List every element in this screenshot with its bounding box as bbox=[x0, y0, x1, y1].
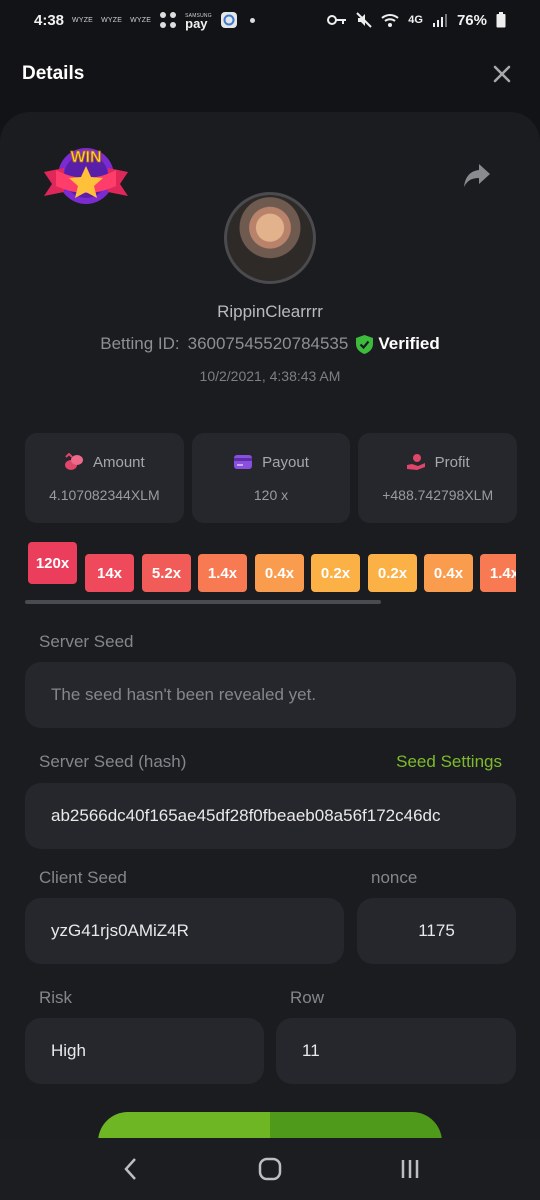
bet-details-card: WIN RippinClearrrr Betting ID: 360075455… bbox=[0, 112, 540, 1172]
battery-percent: 76% bbox=[456, 11, 487, 29]
wyze-notification-2: WYZE bbox=[101, 16, 123, 24]
share-icon bbox=[464, 164, 490, 187]
risk-label: Risk bbox=[39, 988, 73, 1007]
multiplier-scrollbar[interactable] bbox=[25, 600, 381, 604]
server-seed-hash-field[interactable]: ab2566dc40f165ae45df28f0fbeaeb08a56f172c… bbox=[25, 783, 516, 849]
server-seed-hash-label: Server Seed (hash) bbox=[39, 752, 187, 771]
network-type: 4G bbox=[408, 14, 423, 26]
avatar bbox=[224, 192, 316, 284]
multiplier-chip: 1.4x bbox=[480, 554, 516, 592]
nav-home-button[interactable] bbox=[250, 1149, 290, 1189]
status-left: 4:38 WYZE WYZE WYZE SAMSUNG pay bbox=[34, 11, 255, 31]
row-label: Row bbox=[290, 988, 325, 1007]
betting-id-label: Betting ID: bbox=[100, 334, 180, 353]
coins-icon bbox=[64, 453, 83, 470]
multiplier-strip[interactable]: 120x 14x 5.2x 1.4x 0.4x 0.2x 0.2x 0.4x 1… bbox=[0, 542, 516, 602]
stat-amount-head: Amount bbox=[64, 453, 145, 471]
multiplier-chip: 14x bbox=[85, 554, 134, 592]
shield-app-icon bbox=[220, 12, 237, 28]
multiplier-chip: 0.2x bbox=[311, 554, 360, 592]
multiplier-chip: 0.4x bbox=[255, 554, 304, 592]
status-right: 4G 76% bbox=[327, 12, 506, 29]
win-badge-icon: WIN bbox=[44, 148, 128, 204]
hand-coin-icon bbox=[406, 454, 425, 470]
stat-payout-value: 120 x bbox=[253, 486, 289, 503]
multiplier-chip: 5.2x bbox=[142, 554, 191, 592]
betting-id-row: Betting ID: 36007545520784535 Verified bbox=[0, 334, 540, 354]
back-chevron-icon bbox=[124, 1158, 136, 1180]
samsung-pay-notification: SAMSUNG pay bbox=[185, 12, 212, 31]
multiplier-chip: 0.4x bbox=[424, 554, 473, 592]
client-seed-field[interactable]: yzG41rjs0AMiZ4R bbox=[25, 898, 344, 964]
stat-profit: Profit +488.742798XLM bbox=[358, 433, 518, 523]
username: RippinClearrrr bbox=[217, 302, 323, 321]
pay-label: pay bbox=[185, 16, 208, 31]
wyze-notification-1: WYZE bbox=[72, 16, 94, 24]
grid-app-icon bbox=[160, 12, 177, 28]
stat-payout-head: Payout bbox=[233, 454, 309, 471]
close-button[interactable] bbox=[486, 58, 518, 90]
stat-amount-label: Amount bbox=[92, 453, 145, 471]
nonce-label: nonce bbox=[371, 868, 418, 887]
page-title: Details bbox=[22, 63, 85, 84]
battery-icon bbox=[496, 12, 506, 28]
stat-profit-head: Profit bbox=[406, 453, 470, 471]
multiplier-chip-selected: 120x bbox=[28, 542, 77, 584]
mute-icon bbox=[356, 12, 372, 28]
share-button[interactable] bbox=[462, 162, 492, 190]
more-dot-icon bbox=[249, 17, 255, 23]
betting-id-value: 36007545520784535 bbox=[187, 334, 349, 353]
wifi-icon bbox=[381, 14, 399, 27]
verified-shield-icon bbox=[356, 334, 374, 354]
recents-icon bbox=[401, 1160, 419, 1178]
multiplier-chip: 0.2x bbox=[368, 554, 417, 592]
key-icon bbox=[327, 15, 347, 25]
stat-amount: Amount 4.107082344XLM bbox=[25, 433, 184, 523]
nav-back-button[interactable] bbox=[110, 1149, 150, 1189]
signal-icon bbox=[432, 14, 447, 27]
home-icon bbox=[258, 1157, 282, 1181]
nav-recents-button[interactable] bbox=[390, 1149, 430, 1189]
bet-timestamp: 10/2/2021, 4:38:43 AM bbox=[199, 368, 341, 384]
card-icon bbox=[234, 455, 253, 469]
system-nav-bar bbox=[0, 1138, 540, 1200]
seed-settings-link[interactable]: Seed Settings bbox=[396, 752, 502, 772]
stat-payout-label: Payout bbox=[262, 453, 309, 471]
multiplier-chip: 1.4x bbox=[198, 554, 247, 592]
details-header: Details bbox=[0, 44, 540, 104]
client-seed-label: Client Seed bbox=[39, 868, 127, 887]
stat-profit-label: Profit bbox=[434, 453, 470, 471]
server-seed-field[interactable]: The seed hasn't been revealed yet. bbox=[25, 662, 516, 728]
verified-label: Verified bbox=[378, 334, 440, 353]
verified-badge: Verified bbox=[356, 334, 440, 354]
risk-field[interactable]: High bbox=[25, 1018, 264, 1084]
stat-amount-value: 4.107082344XLM bbox=[49, 487, 160, 503]
status-bar: 4:38 WYZE WYZE WYZE SAMSUNG pay 4G 76% bbox=[0, 0, 540, 40]
stat-payout: Payout 120 x bbox=[191, 433, 351, 523]
server-seed-label: Server Seed bbox=[39, 632, 134, 651]
stats-row: Amount 4.107082344XLM Payout 120 x Profi… bbox=[25, 433, 518, 523]
win-badge-label: WIN bbox=[70, 149, 101, 166]
nonce-field[interactable]: 1175 bbox=[357, 898, 516, 964]
stat-profit-value: +488.742798XLM bbox=[382, 487, 494, 503]
wyze-notification-3: WYZE bbox=[130, 16, 152, 24]
row-field[interactable]: 11 bbox=[276, 1018, 516, 1084]
close-icon bbox=[493, 65, 511, 83]
status-time: 4:38 bbox=[34, 11, 65, 29]
